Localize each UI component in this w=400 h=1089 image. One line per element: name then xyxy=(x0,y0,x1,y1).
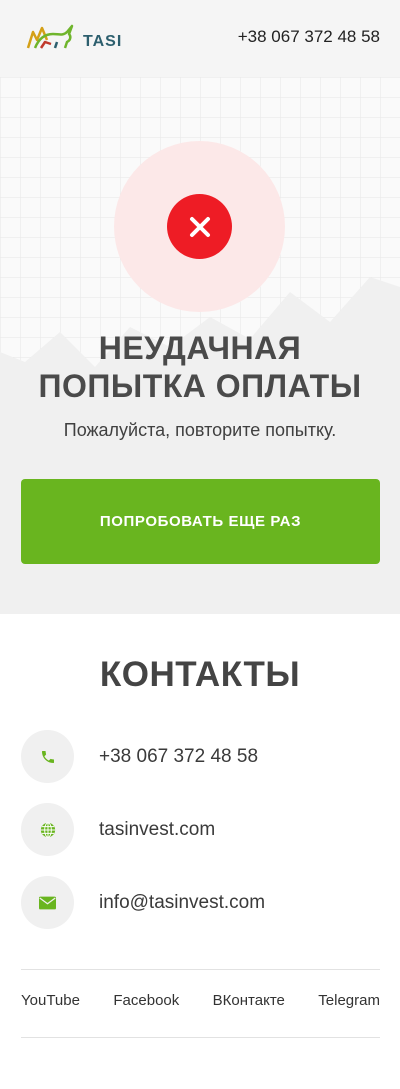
social-link-facebook[interactable]: Facebook xyxy=(113,992,179,1009)
header-phone-link[interactable]: +38 067 372 48 58 xyxy=(238,27,380,47)
social-link-vkontakte[interactable]: ВКонтакте xyxy=(213,992,285,1009)
site-header: TASI +38 067 372 48 58 xyxy=(0,0,400,77)
contact-phone-text: +38 067 372 48 58 xyxy=(99,745,259,767)
bull-logo-icon xyxy=(26,24,74,49)
contact-phone[interactable]: +38 067 372 48 58 xyxy=(21,730,381,783)
page-subtitle: Пожалуйста, повторите попытку. xyxy=(63,420,337,440)
logo[interactable]: TASI xyxy=(25,22,122,52)
page-title: НЕУДАЧНАЯ ПОПЫТКА ОПЛАТЫ xyxy=(0,329,400,405)
divider xyxy=(21,969,380,970)
error-status-circle xyxy=(114,141,285,312)
contact-website[interactable]: tasinvest.com xyxy=(21,803,381,856)
retry-payment-button[interactable]: ПОПРОБОВАТЬ ЕЩЕ РАЗ xyxy=(21,479,380,564)
close-icon xyxy=(167,194,232,259)
contact-website-text: tasinvest.com xyxy=(99,818,216,840)
phone-icon xyxy=(21,730,74,783)
contacts-title: КОНТАКТЫ xyxy=(99,655,301,694)
social-link-telegram[interactable]: Telegram xyxy=(318,992,380,1009)
mail-icon xyxy=(21,876,74,929)
contact-email-text: info@tasinvest.com xyxy=(99,891,266,913)
social-links: YouTube Facebook ВКонтакте Telegram xyxy=(21,992,380,1009)
contact-email[interactable]: info@tasinvest.com xyxy=(21,876,381,929)
social-link-youtube[interactable]: YouTube xyxy=(21,992,80,1009)
divider xyxy=(21,1037,380,1038)
page-title-line-2: ПОПЫТКА ОПЛАТЫ xyxy=(38,368,362,404)
page-title-line-1: НЕУДАЧНАЯ xyxy=(98,330,302,366)
payment-failed-section: НЕУДАЧНАЯ ПОПЫТКА ОПЛАТЫ Пожалуйста, пов… xyxy=(0,77,400,614)
logo-text: TASI xyxy=(83,33,123,50)
globe-icon xyxy=(21,803,74,856)
